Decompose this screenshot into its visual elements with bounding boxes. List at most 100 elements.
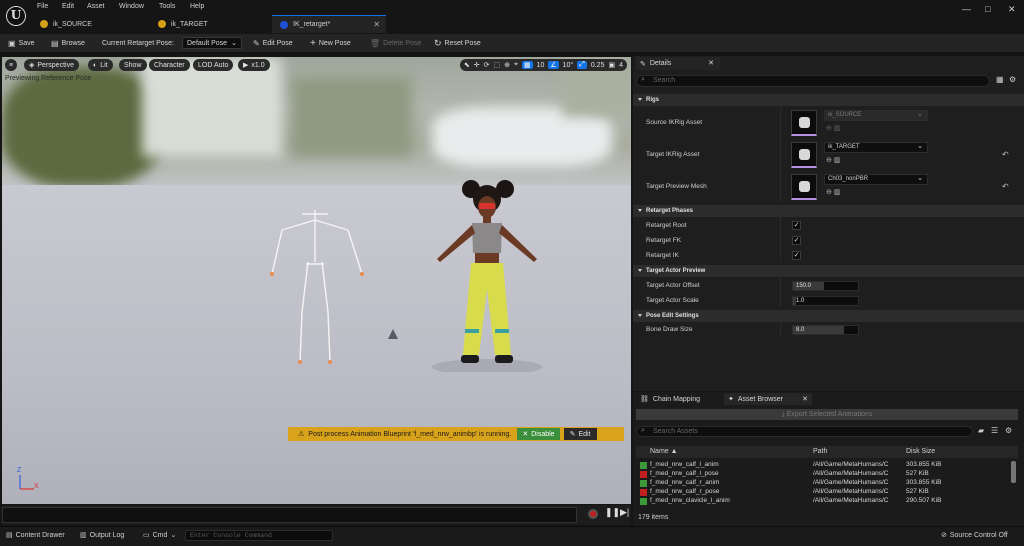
chevron-down-icon: ⌄ — [917, 143, 923, 150]
record-button[interactable] — [588, 509, 598, 519]
source-control-button[interactable]: ⊘ Source Control Off — [941, 531, 1008, 540]
tab-asset-browser[interactable]: ✦ Asset Browser ✕ — [724, 393, 812, 405]
edit-animbp-button[interactable]: ✎ Edit — [563, 428, 597, 440]
angle-snap-icon[interactable]: ∠ — [548, 61, 559, 69]
browse-asset-icons[interactable]: ⊖ ▥ — [826, 124, 840, 132]
table-row[interactable]: f_med_nrw_clavicle_l_anim /All/Game/Meta… — [636, 497, 1010, 506]
lit-button[interactable]: ◐ Lit — [88, 59, 113, 71]
source-ikrig-thumbnail[interactable] — [791, 110, 817, 136]
table-row[interactable]: f_med_nrw_calf_l_pose /All/Game/MetaHuma… — [636, 470, 1010, 479]
filter-icon[interactable]: ☰ — [991, 426, 998, 435]
unreal-logo-icon[interactable]: U — [6, 6, 26, 26]
delete-pose-button[interactable]: 🗑 Delete Pose — [370, 37, 421, 50]
perspective-button[interactable]: ◈ Perspective — [24, 59, 79, 71]
pause-button[interactable]: ❚❚ — [605, 507, 620, 518]
scale-icon[interactable]: ⬚ — [493, 61, 500, 69]
play-speed-button[interactable]: ▶ x1.0 — [238, 59, 270, 71]
viewport-menu-button[interactable]: ≡ — [5, 59, 18, 71]
camera-speed-value[interactable]: 4 — [619, 62, 623, 69]
menu-tools[interactable]: Tools — [159, 3, 175, 10]
tab-chain-mapping[interactable]: ⛓ Chain Mapping — [636, 393, 722, 405]
surface-snap-icon[interactable]: ⌖ — [514, 61, 518, 69]
source-ikrig-combo[interactable]: ik_SOURCE ⌄ — [824, 110, 928, 121]
translate-icon[interactable]: ✛ — [474, 61, 480, 69]
folder-icon[interactable]: ▰ — [978, 426, 984, 435]
tab-ik-retarget[interactable]: IK_retarget* ✕ — [272, 15, 386, 33]
target-character[interactable] — [427, 177, 547, 372]
bone-draw-field[interactable]: 8.0 — [792, 325, 859, 335]
current-pose-dropdown[interactable]: Default Pose ⌄ — [182, 37, 242, 49]
edit-pose-button[interactable]: ✎ Edit Pose — [253, 37, 293, 50]
menu-asset[interactable]: Asset — [87, 3, 105, 10]
target-ikrig-thumbnail[interactable] — [791, 142, 817, 168]
retarget-ik-checkbox[interactable]: ✓ — [792, 251, 801, 260]
menu-file[interactable]: File — [37, 3, 48, 10]
show-button[interactable]: Show — [119, 59, 147, 71]
maximize-button[interactable]: □ — [985, 4, 990, 14]
details-search-input[interactable]: Search — [636, 75, 990, 87]
retarget-fk-checkbox[interactable]: ✓ — [792, 236, 801, 245]
close-window-button[interactable]: ✕ — [1008, 4, 1016, 15]
target-scale-field[interactable]: 1.0 — [792, 296, 859, 306]
select-icon[interactable]: ⬉ — [464, 61, 470, 69]
section-retarget-phases[interactable]: Retarget Phases — [633, 205, 1024, 217]
tab-ik-source[interactable]: ik_SOURCE — [32, 15, 148, 33]
browse-button[interactable]: ▤ Browse — [51, 37, 85, 50]
table-row[interactable]: f_med_nrw_calf_r_pose /All/Game/MetaHuma… — [636, 488, 1010, 497]
menu-edit[interactable]: Edit — [62, 3, 74, 10]
minimize-button[interactable]: — — [962, 4, 971, 14]
new-pose-button[interactable]: + New Pose — [310, 37, 351, 50]
disable-animbp-button[interactable]: ✕ Disable — [517, 428, 560, 440]
grid-snap-value[interactable]: 10 — [537, 62, 545, 69]
step-forward-button[interactable]: ▶| — [620, 507, 629, 518]
close-tab-icon[interactable]: ✕ — [708, 59, 714, 67]
scale-snap-value[interactable]: 0.25 — [591, 62, 605, 69]
chevron-down-icon: ⌄ — [917, 111, 923, 118]
settings-gear-icon[interactable]: ⚙ — [1009, 75, 1016, 84]
close-tab-icon[interactable]: ✕ — [802, 395, 808, 403]
target-mesh-combo[interactable]: Ch03_nonPBR ⌄ — [824, 174, 928, 185]
world-local-icon[interactable]: ⊕ — [504, 61, 510, 69]
menu-help[interactable]: Help — [190, 3, 204, 10]
reset-to-default-icon[interactable]: ↶ — [1002, 150, 1009, 159]
tab-details[interactable]: ✎ Details ✕ — [636, 57, 720, 70]
table-row[interactable]: f_med_nrw_calf_l_anim /All/Game/MetaHuma… — [636, 461, 1010, 470]
section-pose-edit-settings[interactable]: Pose Edit Settings — [633, 310, 1024, 322]
settings-gear-icon[interactable]: ⚙ — [1005, 426, 1012, 435]
asset-list-scrollbar[interactable] — [1011, 461, 1016, 483]
target-offset-field[interactable]: 150.0 — [792, 281, 859, 291]
lod-button[interactable]: LOD Auto — [193, 59, 234, 71]
character-button[interactable]: Character — [149, 59, 190, 71]
save-button[interactable]: ▣ Save — [8, 37, 35, 50]
tab-ik-target[interactable]: ik_TARGET — [150, 15, 270, 33]
angle-snap-value[interactable]: 10° — [563, 62, 574, 69]
export-animations-button[interactable]: ⤓ Export Selected Animations — [636, 409, 1018, 420]
console-input[interactable]: Enter Console Command — [185, 530, 333, 541]
cmd-dropdown[interactable]: ▭ Cmd ⌄ — [143, 531, 176, 540]
table-view-icon[interactable]: ▦ — [996, 75, 1004, 84]
menu-window[interactable]: Window — [119, 3, 144, 10]
source-skeleton[interactable] — [262, 202, 382, 382]
content-drawer-button[interactable]: ▤ Content Drawer — [6, 531, 65, 540]
rotate-icon[interactable]: ⟳ — [484, 61, 490, 69]
asset-search-input[interactable]: Search Assets — [636, 426, 973, 437]
column-disk-size[interactable]: Disk Size — [906, 448, 935, 455]
target-ikrig-combo[interactable]: ik_TARGET ⌄ — [824, 142, 928, 153]
scale-snap-icon[interactable]: ⤢ — [577, 61, 587, 69]
column-name[interactable]: Name ▲ — [650, 448, 678, 455]
reset-pose-button[interactable]: ↻ Reset Pose — [434, 37, 481, 50]
close-tab-icon[interactable]: ✕ — [373, 20, 380, 29]
reset-to-default-icon[interactable]: ↶ — [1002, 182, 1009, 191]
grid-snap-icon[interactable]: ▦ — [521, 61, 533, 69]
section-target-actor-preview[interactable]: Target Actor Preview — [633, 265, 1024, 277]
table-row[interactable]: f_med_nrw_calf_r_anim /All/Game/MetaHuma… — [636, 479, 1010, 488]
timeline-scrubber[interactable] — [2, 507, 577, 523]
retarget-root-checkbox[interactable]: ✓ — [792, 221, 801, 230]
browse-asset-icons[interactable]: ⊖ ▥ — [826, 156, 840, 164]
section-rigs[interactable]: Rigs — [633, 94, 1024, 106]
column-path[interactable]: Path — [813, 448, 827, 455]
browse-asset-icons[interactable]: ⊖ ▥ — [826, 188, 840, 196]
target-mesh-thumbnail[interactable] — [791, 174, 817, 200]
output-log-button[interactable]: ▥ Output Log — [80, 531, 124, 540]
camera-speed-icon[interactable]: ▣ — [608, 61, 615, 69]
